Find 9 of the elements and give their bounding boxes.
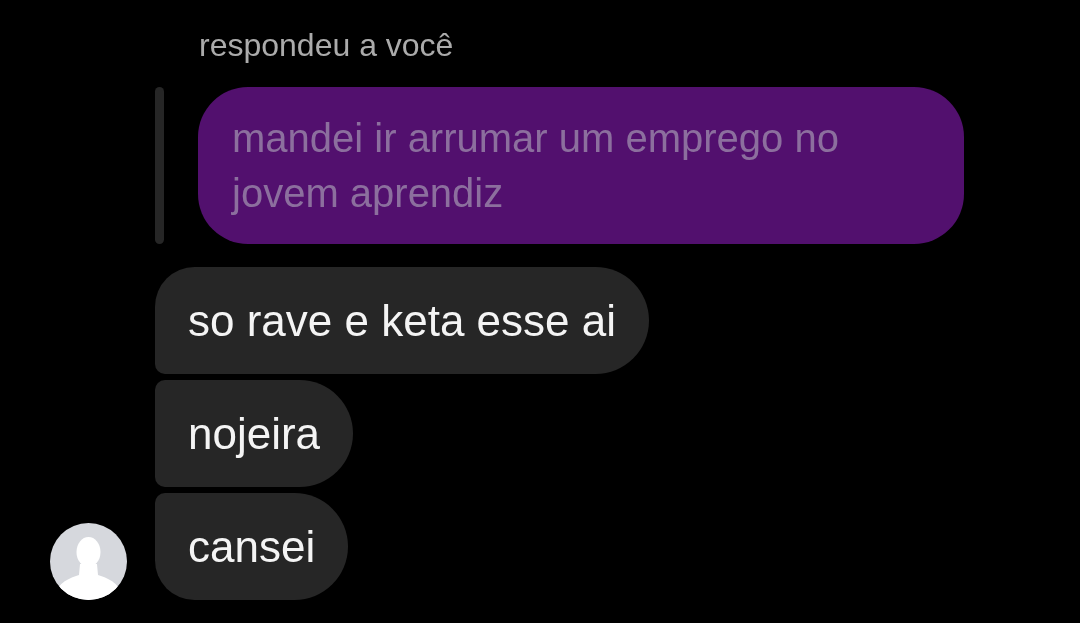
message-bubble[interactable]: nojeira bbox=[155, 380, 354, 487]
message-bubble[interactable]: cansei bbox=[155, 493, 349, 600]
reply-label: respondeu a você bbox=[199, 27, 454, 63]
quoted-message-text: mandei ir arrumar um emprego no jovem aprendiz bbox=[232, 115, 840, 217]
message-text: nojeira bbox=[188, 410, 321, 457]
message-text: so rave e keta esse ai bbox=[188, 297, 616, 344]
message-text: cansei bbox=[188, 523, 316, 570]
avatar-icon bbox=[50, 523, 127, 600]
message-bubble[interactable]: so rave e keta esse ai bbox=[155, 267, 649, 374]
